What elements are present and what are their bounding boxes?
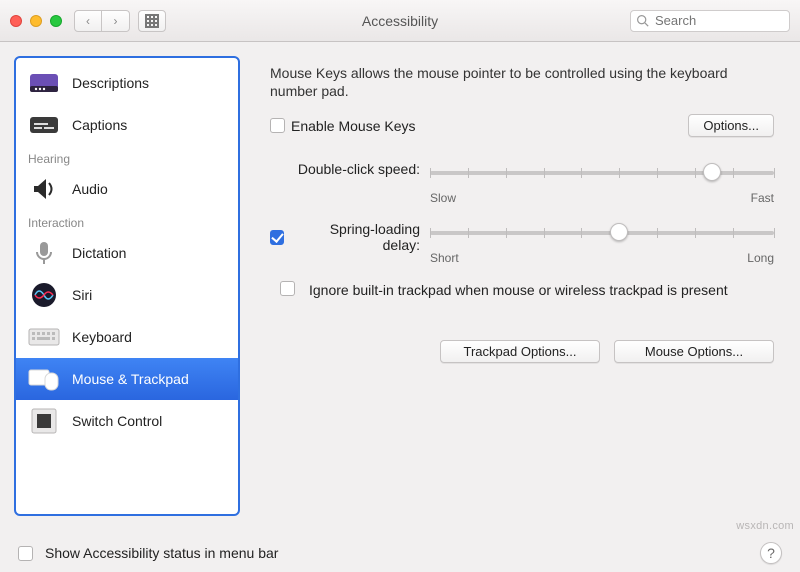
- panel-description: Mouse Keys allows the mouse pointer to b…: [270, 64, 774, 100]
- sidebar-item-switch-control[interactable]: Switch Control: [16, 400, 238, 442]
- category-sidebar[interactable]: Descriptions Captions Hearing Audio Inte…: [14, 56, 240, 516]
- footer: Show Accessibility status in menu bar ?: [0, 534, 800, 572]
- search-field[interactable]: [630, 10, 790, 32]
- mouse-options-button[interactable]: Mouse Options...: [614, 340, 774, 363]
- chevron-left-icon: ‹: [86, 14, 90, 28]
- trackpad-options-button[interactable]: Trackpad Options...: [440, 340, 600, 363]
- search-icon: [636, 14, 649, 27]
- slider-low-label: Slow: [430, 191, 456, 205]
- minimize-window-button[interactable]: [30, 15, 42, 27]
- ignore-trackpad-checkbox[interactable]: [280, 281, 295, 296]
- help-icon: ?: [767, 545, 775, 561]
- sidebar-item-mouse-trackpad[interactable]: Mouse & Trackpad: [16, 358, 238, 400]
- watermark: wsxdn.com: [736, 520, 794, 532]
- zoom-window-button[interactable]: [50, 15, 62, 27]
- captions-icon: [28, 112, 60, 138]
- search-input[interactable]: [630, 10, 790, 32]
- sidebar-item-siri[interactable]: Siri: [16, 274, 238, 316]
- sidebar-item-label: Descriptions: [72, 75, 149, 91]
- sidebar-item-captions[interactable]: Captions: [16, 104, 238, 146]
- dictation-icon: [28, 240, 60, 266]
- sidebar-container: Descriptions Captions Hearing Audio Inte…: [0, 42, 250, 534]
- grid-icon: [145, 14, 159, 28]
- sidebar-item-label: Dictation: [72, 245, 126, 261]
- sidebar-item-label: Audio: [72, 181, 108, 197]
- descriptions-icon: [28, 70, 60, 96]
- double-click-speed-slider[interactable]: [430, 163, 774, 189]
- nav-buttons: ‹ ›: [74, 10, 130, 32]
- keyboard-icon: [28, 324, 60, 350]
- bottom-buttons: Trackpad Options... Mouse Options...: [270, 340, 774, 363]
- show-status-checkbox[interactable]: Show Accessibility status in menu bar: [18, 545, 278, 561]
- mouse-trackpad-icon: [28, 366, 60, 392]
- slider-thumb[interactable]: [610, 223, 628, 241]
- enable-mouse-keys-row: Enable Mouse Keys Options...: [270, 114, 774, 137]
- back-button[interactable]: ‹: [74, 10, 102, 32]
- sidebar-item-label: Keyboard: [72, 329, 132, 345]
- checkbox-icon: [270, 118, 285, 133]
- slider-thumb[interactable]: [703, 163, 721, 181]
- sidebar-item-dictation[interactable]: Dictation: [16, 232, 238, 274]
- double-click-speed-label: Double-click speed:: [270, 161, 420, 177]
- spring-loading-row: Spring-loading delay: Short Long: [270, 221, 774, 265]
- forward-button[interactable]: ›: [102, 10, 130, 32]
- sidebar-item-label: Captions: [72, 117, 127, 133]
- enable-mouse-keys-label: Enable Mouse Keys: [291, 118, 416, 134]
- mouse-keys-options-button[interactable]: Options...: [688, 114, 774, 137]
- sidebar-item-label: Siri: [72, 287, 92, 303]
- checkbox-icon: [18, 546, 33, 561]
- chevron-right-icon: ›: [114, 14, 118, 28]
- siri-icon: [28, 282, 60, 308]
- sidebar-item-audio[interactable]: Audio: [16, 168, 238, 210]
- titlebar: ‹ › Accessibility: [0, 0, 800, 42]
- audio-icon: [28, 176, 60, 202]
- sidebar-item-keyboard[interactable]: Keyboard: [16, 316, 238, 358]
- spring-loading-label: Spring-loading delay:: [296, 221, 420, 253]
- sidebar-section-hearing: Hearing: [16, 146, 238, 168]
- ignore-trackpad-row: Ignore built-in trackpad when mouse or w…: [280, 281, 774, 299]
- slider-high-label: Fast: [751, 191, 774, 205]
- slider-high-label: Long: [747, 251, 774, 265]
- enable-mouse-keys-checkbox[interactable]: Enable Mouse Keys: [270, 118, 416, 134]
- switch-control-icon: [28, 408, 60, 434]
- double-click-speed-row: Double-click speed: Slow Fast: [270, 161, 774, 205]
- help-button[interactable]: ?: [760, 542, 782, 564]
- close-window-button[interactable]: [10, 15, 22, 27]
- ignore-trackpad-label: Ignore built-in trackpad when mouse or w…: [309, 281, 728, 299]
- window-controls: [10, 15, 62, 27]
- sidebar-item-label: Mouse & Trackpad: [72, 371, 189, 387]
- sidebar-item-descriptions[interactable]: Descriptions: [16, 62, 238, 104]
- show-all-prefs-button[interactable]: [138, 10, 166, 32]
- slider-low-label: Short: [430, 251, 459, 265]
- sidebar-section-interaction: Interaction: [16, 210, 238, 232]
- settings-panel: Mouse Keys allows the mouse pointer to b…: [250, 42, 800, 534]
- content-area: Descriptions Captions Hearing Audio Inte…: [0, 42, 800, 534]
- sidebar-item-label: Switch Control: [72, 413, 162, 429]
- spring-loading-delay-slider[interactable]: [430, 223, 774, 249]
- spring-loading-checkbox[interactable]: [270, 230, 284, 245]
- show-status-label: Show Accessibility status in menu bar: [45, 545, 278, 561]
